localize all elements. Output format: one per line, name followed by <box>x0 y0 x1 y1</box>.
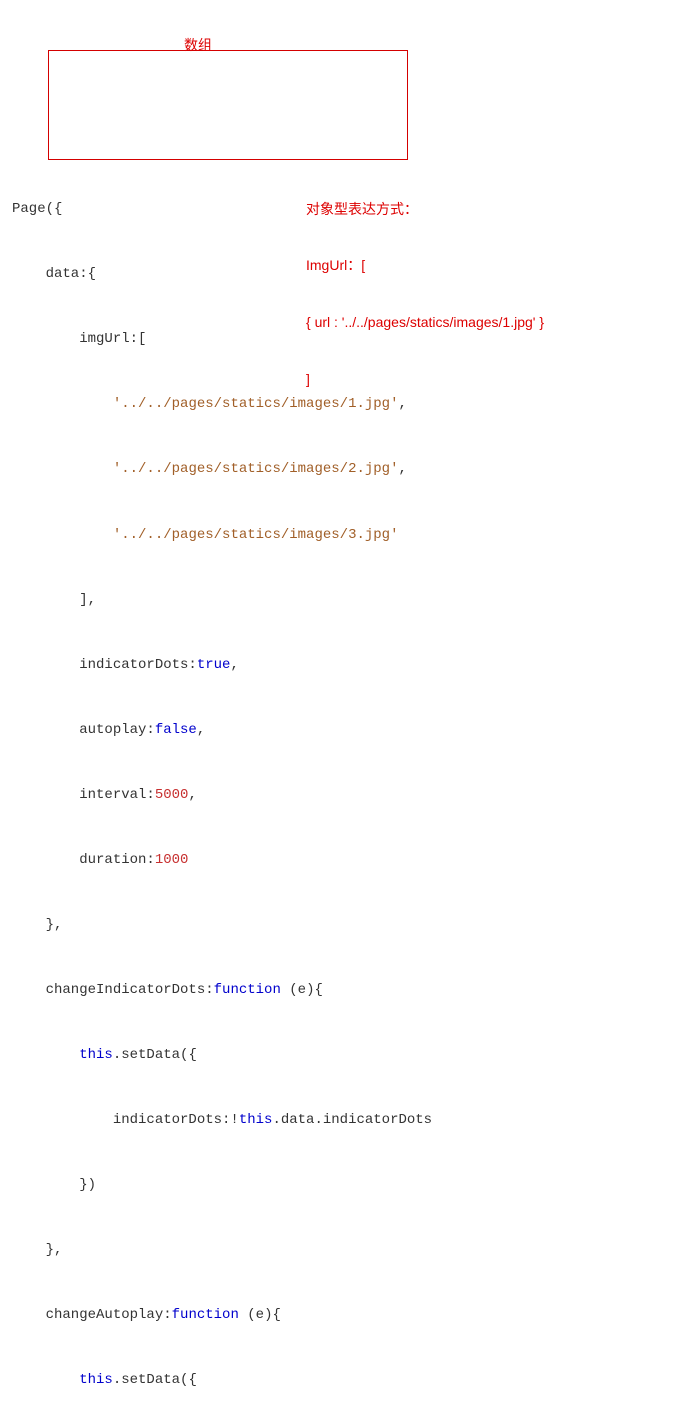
code-line: indicatorDots:!this.data.indicatorDots <box>12 1110 698 1132</box>
code-line: changeAutoplay:function (e){ <box>12 1305 698 1327</box>
code-line: this.setData({ <box>12 1370 698 1392</box>
code-line: }, <box>12 915 698 937</box>
code-line: '../../pages/statics/images/3.jpg' <box>12 525 698 547</box>
code-line: ], <box>12 590 698 612</box>
object-form-line1: ImgUrl：[ <box>306 256 544 275</box>
code-line: }, <box>12 1240 698 1262</box>
object-form-line3: ] <box>306 370 544 389</box>
code-line: autoplay:false, <box>12 720 698 742</box>
code-editor[interactable]: 数组 对象型表达方式： ImgUrl：[ { url : '../../page… <box>0 0 698 1420</box>
array-label-annotation: 数组 <box>184 35 212 57</box>
object-form-line2: { url : '../../pages/statics/images/1.jp… <box>306 313 544 332</box>
object-form-title: 对象型表达方式： <box>306 200 544 219</box>
code-line: this.setData({ <box>12 1045 698 1067</box>
code-line: indicatorDots:true, <box>12 655 698 677</box>
code-line: '../../pages/statics/images/2.jpg', <box>12 459 698 481</box>
object-form-annotation: 对象型表达方式： ImgUrl：[ { url : '../../pages/s… <box>306 162 544 426</box>
code-line: }) <box>12 1175 698 1197</box>
code-line: changeIndicatorDots:function (e){ <box>12 980 698 1002</box>
code-line: duration:1000 <box>12 850 698 872</box>
code-line: interval:5000, <box>12 785 698 807</box>
array-annotation-box <box>48 50 408 160</box>
